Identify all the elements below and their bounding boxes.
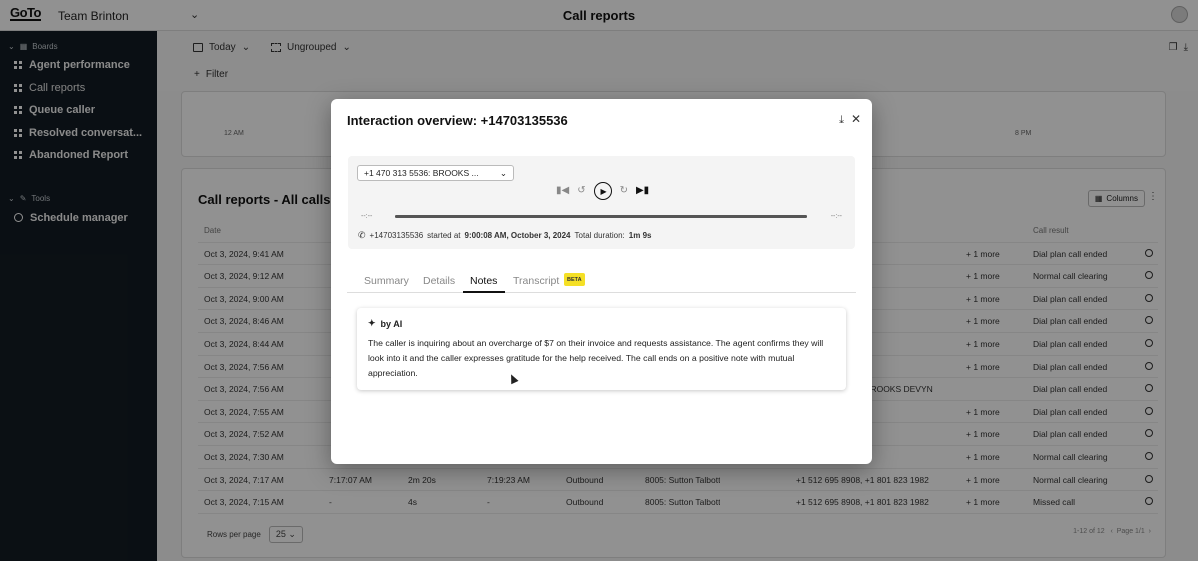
forward-icon[interactable]: ↻ [620, 186, 628, 196]
duration-value: 1m 9s [628, 231, 652, 240]
tab-summary[interactable]: Summary [364, 275, 409, 287]
download-icon[interactable]: ⤓ [839, 114, 844, 127]
current-time: --:-- [361, 213, 373, 220]
modal-tabs: Summary Details Notes Transcript BETA [347, 267, 856, 293]
chevron-down-icon: ⌄ [499, 167, 507, 178]
modal-title: Interaction overview: +14703135536 [347, 113, 568, 128]
ai-header: ✦ by AI [368, 318, 402, 329]
beta-badge: BETA [564, 273, 585, 286]
started-at-value: 9:00:08 AM, October 3, 2024 [464, 231, 571, 240]
ai-notes-card: ✦ by AI The caller is inquiring about an… [357, 308, 846, 390]
duration-label: Total duration: [574, 231, 625, 240]
ai-summary-text: The caller is inquiring about an overcha… [368, 338, 824, 378]
phone-icon: ✆ [358, 230, 366, 240]
tab-details[interactable]: Details [423, 275, 455, 287]
tab-transcript[interactable]: Transcript [513, 275, 559, 287]
ai-sparkle-icon: ✦ [368, 318, 376, 328]
close-icon[interactable]: ✕ [851, 112, 861, 126]
call-info: ✆ +14703135536 started at 9:00:08 AM, Oc… [358, 230, 651, 241]
started-at-label: started at [427, 231, 461, 240]
skip-back-icon[interactable]: ▮◀ [556, 186, 569, 196]
call-leg-select-value: +1 470 313 5536: BROOKS ... [364, 168, 479, 178]
call-number: +14703135536 [369, 231, 424, 240]
ai-label: by AI [380, 318, 403, 329]
playback-progress-bar[interactable] [395, 215, 807, 218]
play-button[interactable]: ▶ [593, 182, 612, 200]
audio-player: +1 470 313 5536: BROOKS ... ⌄ ▮◀ ↺ ▶ ↻ ▶… [348, 156, 855, 249]
skip-forward-icon[interactable]: ▶▮ [636, 186, 649, 196]
total-time: --:-- [830, 213, 842, 220]
interaction-overview-modal: Interaction overview: +14703135536 ⤓ ✕ +… [331, 99, 872, 464]
progress-fill [395, 215, 807, 218]
active-tab-indicator [463, 291, 505, 293]
rewind-icon[interactable]: ↺ [577, 186, 585, 196]
tab-notes[interactable]: Notes [470, 275, 497, 287]
call-leg-select[interactable]: +1 470 313 5536: BROOKS ... ⌄ [357, 165, 514, 181]
playback-controls: ▮◀ ↺ ▶ ↻ ▶▮ [556, 182, 649, 200]
